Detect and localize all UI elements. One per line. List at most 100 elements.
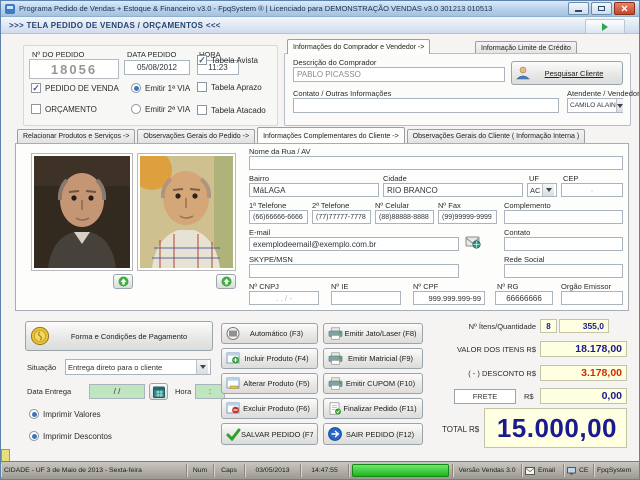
tab-observacoes-cliente[interactable]: Observações Gerais do Cliente ( Informaç… <box>406 129 586 143</box>
delete-product-icon <box>226 402 240 414</box>
rede-social-field[interactable] <box>504 264 623 278</box>
bairro-field[interactable]: MáLAGA <box>249 183 379 197</box>
app-icon <box>5 3 15 14</box>
celular-field[interactable]: (88)88888-8888 <box>375 210 434 224</box>
email-field[interactable]: exemplodeemail@exemplo.com.br <box>249 237 459 251</box>
screen-toolbar: >>> TELA PEDIDO DE VENDAS / ORÇAMENTOS <… <box>1 17 639 34</box>
incluir-produto-button[interactable]: Incluir Produto (F4) <box>221 348 318 369</box>
photo2-upload-button[interactable] <box>216 274 236 289</box>
situacao-dropdown[interactable]: Entrega direto para o cliente <box>65 359 211 375</box>
alterar-produto-button[interactable]: Alterar Produto (F5) <box>221 373 318 394</box>
tel1-label: 1ª Telefone <box>249 201 287 210</box>
tabela-atacado-checkbox[interactable]: Tabela Atacado <box>197 105 266 115</box>
frete-button[interactable]: FRETE <box>454 389 516 404</box>
cpf-field[interactable]: 999.999.999-99 <box>413 291 485 305</box>
cidade-field[interactable]: RIO BRANCO <box>383 183 523 197</box>
imprimir-valores-radio[interactable]: Imprimir Valores <box>29 409 101 419</box>
cidade-label: Cidade <box>383 174 407 183</box>
atendente-dropdown[interactable]: CAMILO ALAIN <box>567 98 623 113</box>
status-brand: FpqSystem <box>594 464 639 477</box>
contato-outras-field[interactable] <box>293 98 559 113</box>
title-bar: Programa Pedido de Vendas + Estoque & Fi… <box>1 1 639 17</box>
tabela-avista-checkbox[interactable]: ✓ Tabela Avista <box>197 55 258 65</box>
total-field: 15.000,00 <box>484 408 627 448</box>
tab-informacoes-complementares[interactable]: Informações Complementares do Cliente -> <box>257 127 405 143</box>
bairro-label: Bairro <box>249 174 270 183</box>
photo1-upload-button[interactable] <box>113 274 133 289</box>
salvar-pedido-button[interactable]: SALVAR PEDIDO (F7) <box>221 423 318 445</box>
contato-label: Contato <box>504 228 531 237</box>
cnpj-field[interactable]: . . / - <box>249 291 319 305</box>
tab-observacoes-pedido[interactable]: Observações Gerais do Pedido -> <box>137 129 256 143</box>
chevron-down-icon <box>615 99 623 112</box>
close-button[interactable] <box>614 2 635 15</box>
pedido-venda-checkbox[interactable]: ✓ PEDIDO DE VENDA <box>31 83 119 93</box>
chevron-down-icon <box>542 184 554 196</box>
edit-product-icon <box>226 377 240 389</box>
celular-label: Nº Celular <box>375 201 409 210</box>
envelope-icon <box>465 236 481 249</box>
situacao-label: Situação <box>27 363 57 372</box>
client-tabstrip: Relacionar Produtos e Serviços -> Observ… <box>17 127 629 143</box>
skype-field[interactable] <box>249 264 459 278</box>
atendente-label: Atendente / Vendedor <box>567 89 640 98</box>
fax-label: Nº Fax <box>438 201 461 210</box>
orgao-emissor-field[interactable] <box>561 291 623 305</box>
emitir-1via-radio[interactable]: Emitir 1ª VIA <box>131 83 190 93</box>
uf-dropdown[interactable]: AC <box>527 183 557 197</box>
comprador-label: Descrição do Comprador <box>293 58 377 67</box>
imprimir-descontos-radio[interactable]: Imprimir Descontos <box>29 431 112 441</box>
contato-field[interactable] <box>504 237 623 251</box>
status-ce[interactable]: CE <box>564 464 594 477</box>
finalizar-pedido-button[interactable]: Finalizar Pedido (F11) <box>323 398 423 419</box>
orcamento-checkbox[interactable]: ORÇAMENTO <box>31 104 97 114</box>
ie-field[interactable] <box>331 291 401 305</box>
rua-field[interactable] <box>249 156 623 170</box>
maximize-button[interactable] <box>591 2 612 15</box>
valor-itens-field: 18.178,00 <box>540 341 627 357</box>
cep-field[interactable]: - <box>561 183 623 197</box>
complemento-field[interactable] <box>504 210 623 224</box>
sair-pedido-button[interactable]: SAIR PEDIDO (F12) <box>323 423 423 445</box>
data-entrega-field[interactable]: / / <box>89 384 145 399</box>
status-email[interactable]: Email <box>522 464 564 477</box>
fax-field[interactable]: (99)99999-9999 <box>438 210 497 224</box>
excluir-produto-button[interactable]: Excluir Produto (F6) <box>221 398 318 419</box>
itens-count-field: 8 <box>540 319 557 333</box>
emitir-2via-radio[interactable]: Emitir 2ª VIA <box>131 104 190 114</box>
status-version: Versão Vendas 3.0 <box>453 464 522 477</box>
automatico-button[interactable]: Automático (F3) <box>221 323 318 344</box>
tabela-aprazo-checkbox[interactable]: Tabela Aprazo <box>197 82 262 92</box>
orgao-emissor-label: Orgão Emissor <box>561 282 612 291</box>
status-progress <box>349 464 453 477</box>
emitir-cupom-button[interactable]: Emitir CUPOM (F10) <box>323 373 423 394</box>
tab-relacionar-produtos[interactable]: Relacionar Produtos e Serviços -> <box>17 129 136 143</box>
green-up-arrow-icon <box>118 276 128 287</box>
order-number-field[interactable]: 18056 <box>29 59 119 79</box>
rg-field[interactable]: 66666666 <box>495 291 553 305</box>
minimize-button[interactable] <box>568 2 589 15</box>
rua-label: Nome da Rua / AV <box>249 147 311 156</box>
status-num-lock: Num <box>187 464 214 477</box>
comprador-field[interactable]: PABLO PICASSO <box>293 67 505 82</box>
chevron-down-icon <box>196 360 208 374</box>
contato-outras-label: Contato / Outras Informações <box>293 89 392 98</box>
emitir-matricial-button[interactable]: Emitir Matricial (F9) <box>323 348 423 369</box>
calendar-button[interactable] <box>149 383 168 400</box>
person-icon <box>516 66 530 80</box>
order-date-field[interactable]: 05/08/2012 <box>124 60 190 75</box>
data-entrega-label: Data Entrega <box>27 387 72 396</box>
client-photo-1 <box>31 153 133 271</box>
toolbar-action-button[interactable] <box>585 19 625 34</box>
order-date-label: DATA PEDIDO <box>127 50 177 59</box>
emitir-jato-laser-button[interactable]: Emitir Jato/Laser (F8) <box>323 323 423 344</box>
printer-icon <box>328 377 343 390</box>
status-date: 03/05/2013 <box>245 464 301 477</box>
pesquisar-cliente-button[interactable]: Pesquisar Cliente <box>511 61 623 85</box>
tel1-field[interactable]: (66)66666-6666 <box>249 210 308 224</box>
send-email-button[interactable] <box>465 235 481 249</box>
tel2-field[interactable]: (77)77777-7778 <box>312 210 371 224</box>
forma-pagamento-button[interactable]: Forma e Condições de Pagamento <box>25 321 213 351</box>
tab-comprador-vendedor[interactable]: Informações do Comprador e Vendedor -> <box>287 39 431 54</box>
status-city-date: CIDADE - UF 3 de Maio de 2013 - Sexta-fe… <box>1 464 187 477</box>
